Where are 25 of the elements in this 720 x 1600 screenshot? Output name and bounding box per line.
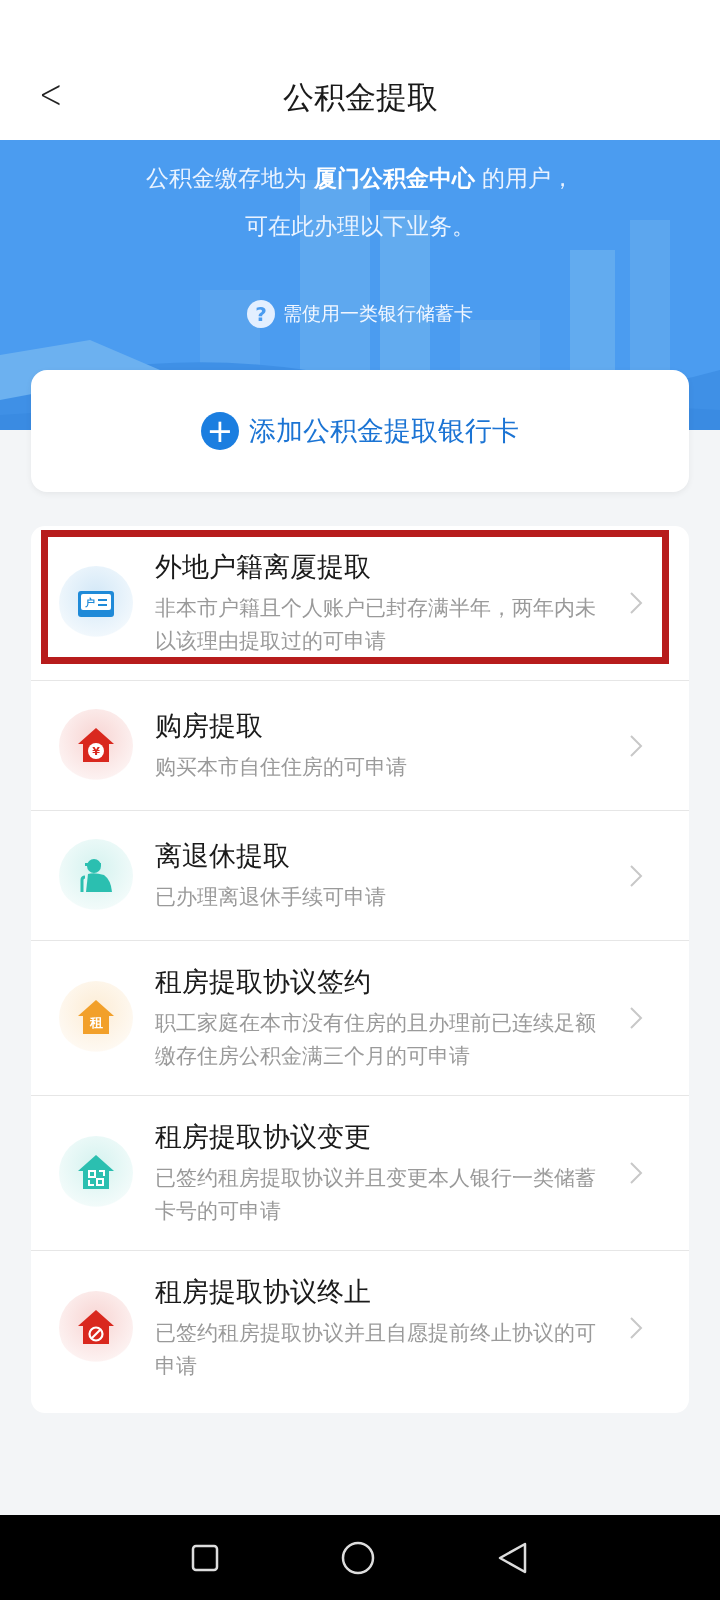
info-text: 公积金缴存地为 厦门公积金中心 的用户， bbox=[145, 164, 575, 193]
item-description: 已签约租房提取协议并且变更本人银行一类储蓄卡号的可申请 bbox=[155, 1165, 597, 1225]
page-title: 公积金提取 bbox=[282, 77, 438, 117]
add-bank-card-button[interactable]: + 添加公积金提取银行卡 bbox=[31, 370, 689, 492]
item-description: 已签约租房提取协议并且自愿提前终止协议的可申请 bbox=[155, 1320, 597, 1380]
item-title: 外地户籍离厦提取 bbox=[155, 550, 372, 584]
list-item[interactable]: ¥ 购房提取 购买本市自住住房的可申请 bbox=[31, 681, 689, 811]
item-title: 离退休提取 bbox=[155, 839, 291, 873]
hint-text: 需使用一类银行储蓄卡 bbox=[283, 301, 473, 326]
item-title: 租房提取协议签约 bbox=[155, 965, 372, 999]
item-title: 租房提取协议变更 bbox=[155, 1120, 372, 1154]
list-item[interactable]: 离退休提取 已办理离退休手续可申请 bbox=[31, 811, 689, 941]
back-button[interactable]: < bbox=[33, 71, 69, 117]
list-item[interactable]: 租房提取协议变更 已签约租房提取协议并且变更本人银行一类储蓄卡号的可申请 bbox=[31, 1096, 689, 1251]
list-item[interactable]: 租 租房提取协议签约 职工家庭在本市没有住房的且办理前已连续足额缴存住房公积金满三个月的可申请 bbox=[31, 941, 689, 1096]
list-item[interactable]: 租房提取协议终止 已签约租房提取协议并且自愿提前终止协议的可申请 bbox=[31, 1251, 689, 1405]
item-title: 购房提取 bbox=[155, 709, 264, 743]
info-text: 可在此办理以下业务。 bbox=[245, 212, 475, 241]
list-item[interactable]: 户 外地户籍离厦提取 非本市户籍且个人账户已封存满半年，两年内未以该理由提取过的可申请 bbox=[31, 526, 689, 681]
item-description: 非本市户籍且个人账户已封存满半年，两年内未以该理由提取过的可申请 bbox=[155, 595, 597, 655]
plus-icon: + bbox=[201, 412, 239, 450]
item-description: 职工家庭在本市没有住房的且办理前已连续足额缴存住房公积金满三个月的可申请 bbox=[155, 1010, 597, 1070]
item-description: 购买本市自住住房的可申请 bbox=[155, 754, 408, 781]
item-description: 已办理离退休手续可申请 bbox=[155, 884, 387, 911]
item-title: 租房提取协议终止 bbox=[155, 1275, 372, 1309]
